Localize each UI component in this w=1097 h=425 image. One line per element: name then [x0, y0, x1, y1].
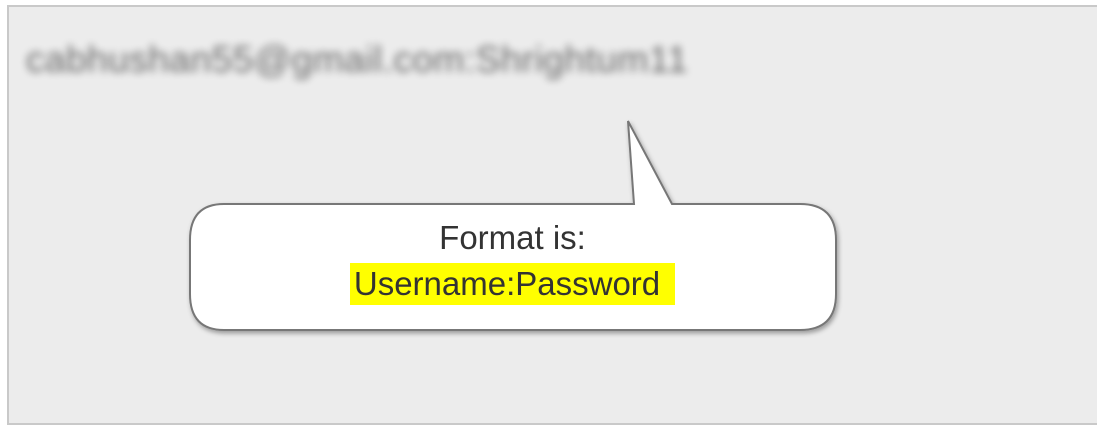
blurred-credential-text: cabhushan55@gmail.com:Shrightum11	[26, 39, 689, 80]
